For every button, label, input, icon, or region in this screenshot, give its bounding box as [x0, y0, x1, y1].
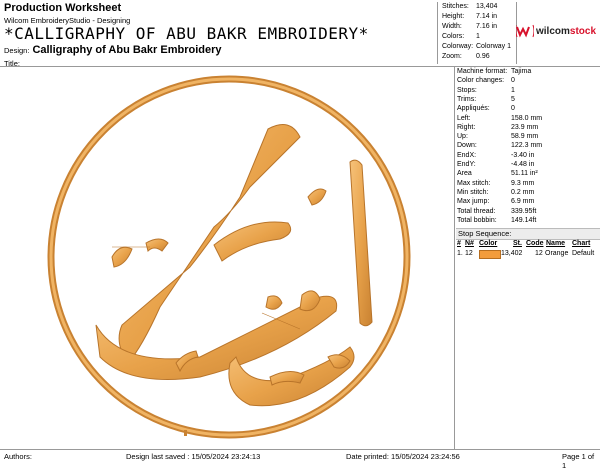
stat-value: 13,404 [476, 3, 498, 10]
middle-stroke [213, 221, 292, 262]
info-label: Stops: [457, 86, 477, 94]
stat-label: Zoom: [442, 53, 462, 60]
col-stitches: St. [513, 240, 522, 247]
info-label: Total thread: [457, 207, 496, 215]
stat-value: 7.16 in [476, 23, 498, 30]
row-name: Orange [545, 250, 569, 257]
row-num: 1. [457, 250, 463, 257]
row-n: 12 [465, 250, 473, 257]
info-value: 158.0 mm [511, 114, 543, 122]
dot-mark [265, 295, 283, 310]
row-stitches: 13,402 [501, 250, 523, 257]
stat-value: 7.14 in [476, 13, 498, 20]
col-color: Color [479, 240, 498, 247]
alef-stroke [349, 159, 373, 327]
info-value: 51.11 in² [511, 170, 538, 178]
info-label: Max jump: [457, 198, 490, 206]
design-name: Calligraphy of Abu Bakr Embroidery [32, 44, 222, 56]
col-chart: Chart [572, 240, 591, 247]
info-value: 149.14ft [511, 216, 537, 224]
color-swatch [479, 250, 501, 259]
col-code: Code [526, 240, 544, 247]
design-name-large: *CALLIGRAPHY OF ABU BAKR EMBROIDERY* [4, 24, 369, 43]
info-label: Min stitch: [457, 188, 489, 196]
wilcom-logo-icon [516, 24, 534, 38]
stat-value: 0.96 [476, 53, 490, 60]
info-label: Machine format: [457, 68, 508, 75]
design-label: Design: [4, 46, 30, 55]
divider [454, 66, 455, 450]
col-n: N# [465, 240, 474, 247]
footer-date-printed: Date printed: 15/05/2024 23:24:56 [346, 452, 460, 461]
stat-label: Stitches: [442, 3, 469, 10]
info-label: EndY: [457, 161, 476, 168]
info-label: Appliqués: [457, 105, 490, 113]
info-value: 122.3 mm [511, 142, 543, 150]
stat-label: Height: [442, 13, 465, 20]
stats-panel: Stitches: 13,404 Height: 7.14 in Width: 7.1… [437, 2, 517, 64]
stat-label: Colorway: [442, 43, 474, 50]
info-label: Up: [457, 133, 468, 141]
hamza-mark [307, 188, 327, 206]
stat-value: Colorway 1 [476, 43, 512, 50]
embroidery-design [47, 75, 411, 439]
outer-ring [47, 75, 411, 439]
stat-value: 1 [476, 33, 480, 40]
divider [0, 449, 600, 450]
info-label: Area [457, 170, 472, 178]
info-value: 58.9 mm [511, 133, 539, 141]
col-name: Name [546, 240, 566, 247]
stop-sequence-title: Stop Sequence: [456, 228, 600, 240]
info-value: 0 [511, 77, 515, 85]
info-label: EndX: [457, 151, 477, 159]
info-value: 6.9 mm [511, 198, 535, 206]
worksheet-title: Production Worksheet [4, 2, 122, 14]
footer-last-saved: Design last saved : 15/05/2024 23:24:13 [126, 452, 261, 461]
info-label: Right: [457, 123, 476, 131]
info-label: Color changes: [457, 77, 505, 85]
logo-brand: wilcom [536, 25, 570, 37]
calligraphy [95, 124, 373, 407]
info-label: Left: [457, 114, 471, 122]
info-label: Total bobbin: [457, 216, 497, 224]
stat-label: Colors: [442, 33, 465, 40]
info-label: Max stitch: [457, 179, 491, 187]
info-value: 0 [511, 105, 515, 113]
info-value: 9.3 mm [511, 179, 535, 187]
info-value: -4.48 in [511, 161, 535, 168]
info-value: 5 [511, 95, 515, 103]
small-hook [145, 238, 169, 252]
row-code: 12 [535, 250, 543, 257]
footer-authors: Authors: [4, 452, 32, 461]
logo-suffix: stock [569, 25, 597, 37]
col-num: # [457, 240, 461, 247]
row-chart: Default [572, 250, 595, 257]
footer-page: Page 1 of 1 [562, 452, 595, 470]
stat-label: Width: [442, 23, 462, 30]
info-label: Down: [457, 142, 477, 150]
info-value: -3.40 in [511, 151, 535, 159]
wilcomstock-logo: wilcom stock [516, 24, 596, 38]
info-value: 23.9 mm [511, 123, 539, 131]
info-value: 339.95ft [511, 207, 537, 215]
design-row: Design: Calligraphy of Abu Bakr Embroider… [4, 44, 222, 56]
info-value: Tajima [511, 68, 532, 75]
info-value: 0.2 mm [511, 188, 535, 196]
nun-dot [111, 246, 133, 268]
start-marker [184, 430, 187, 436]
info-label: Trims: [457, 95, 477, 103]
stop-sequence-label: Stop Sequence: [458, 229, 512, 238]
design-canvas[interactable] [0, 67, 454, 449]
info-value: 1 [511, 86, 515, 94]
